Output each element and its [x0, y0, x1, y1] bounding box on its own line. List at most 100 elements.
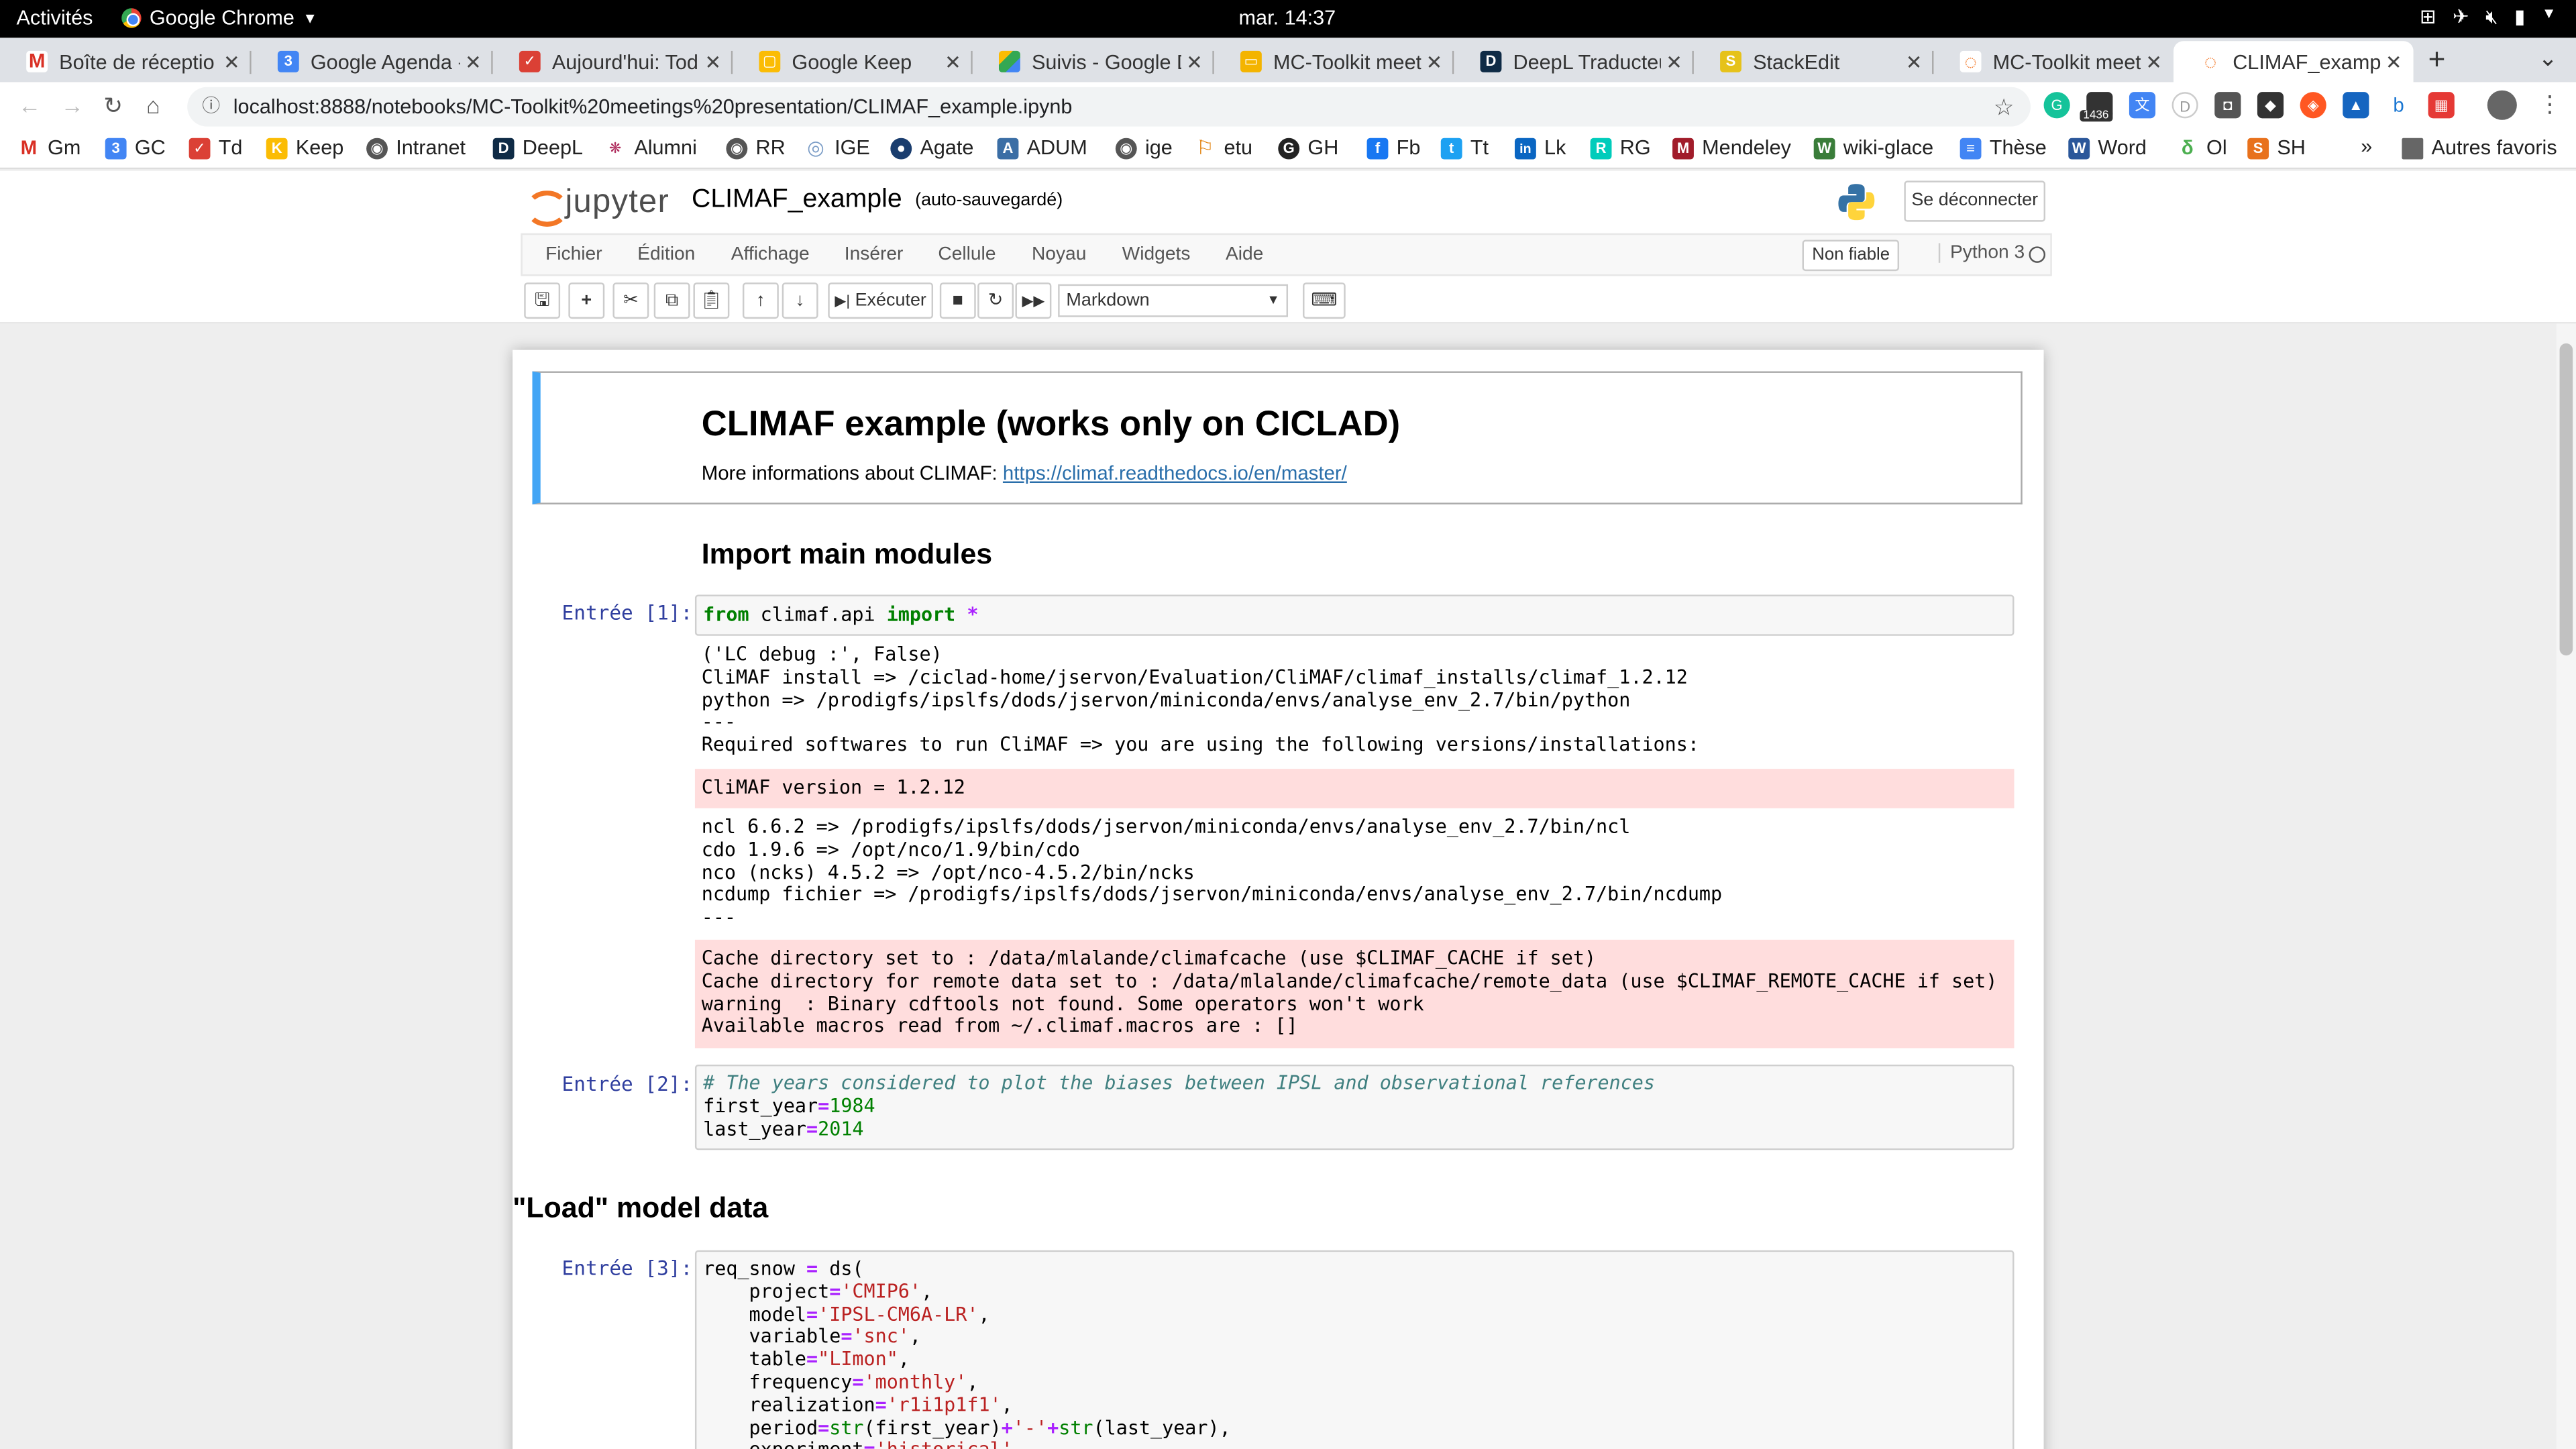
close-icon[interactable]: ✕: [460, 50, 486, 73]
clock[interactable]: mar. 14:37: [1239, 7, 1336, 30]
tag-icon[interactable]: ◆: [2257, 92, 2284, 119]
forward-button[interactable]: →: [61, 92, 84, 118]
restart-run-all-button[interactable]: ▶▶: [1015, 282, 1052, 319]
bookmark-item[interactable]: in Lk: [1514, 136, 1566, 160]
bookmark-item[interactable]: Wwiki-glace: [1813, 136, 1933, 160]
bookmark-item[interactable]: ◉ Intranet: [366, 136, 466, 160]
bookmark-item[interactable]: ◎ IGE: [805, 136, 870, 160]
copy-button[interactable]: ⧉: [653, 282, 690, 319]
command-palette-button[interactable]: ⌨: [1303, 282, 1346, 319]
new-tab-button[interactable]: +: [2428, 43, 2446, 77]
menu-help[interactable]: Aide: [1226, 245, 1263, 264]
insert-cell-button[interactable]: +: [568, 282, 605, 319]
tab-search-chevron-icon[interactable]: ⌄: [2538, 44, 2558, 72]
system-tray[interactable]: ⊞ ✈ 🔇︎ ▮ ▼: [2420, 5, 2557, 30]
bookmark-item[interactable]: S SH: [2247, 136, 2306, 160]
menu-edit[interactable]: Édition: [637, 245, 695, 264]
close-icon[interactable]: ✕: [1661, 50, 1687, 73]
move-down-button[interactable]: ↓: [782, 282, 818, 319]
activities-button[interactable]: Activités: [16, 7, 93, 30]
run-button[interactable]: ▶| Exécuter: [828, 282, 934, 319]
graduation-cap-icon[interactable]: ▲: [2343, 92, 2369, 119]
trust-badge[interactable]: Non fiable: [1802, 239, 1900, 272]
menu-widgets[interactable]: Widgets: [1122, 245, 1191, 264]
menu-insert[interactable]: Insérer: [845, 245, 904, 264]
extension-shield-icon[interactable]: ◘: [2214, 92, 2241, 119]
restart-button[interactable]: ↻: [977, 282, 1014, 319]
climaf-docs-link[interactable]: https://climaf.readthedocs.io/en/master/: [1003, 462, 1347, 484]
browser-tab[interactable]: M Boîte de réceptio ✕: [0, 41, 252, 82]
scrollbar-thumb[interactable]: [2559, 343, 2573, 656]
bookmark-item[interactable]: ◉ ige: [1115, 136, 1173, 160]
bookmark-item[interactable]: W Word: [2068, 136, 2147, 160]
close-icon[interactable]: ✕: [700, 50, 726, 73]
browser-tab[interactable]: D DeepL Traducteu ✕: [1454, 41, 1694, 82]
bookmark-item[interactable]: f Fb: [1366, 136, 1420, 160]
close-icon[interactable]: ✕: [2141, 50, 2167, 73]
code-cell-input[interactable]: # The years considered to plot the biase…: [694, 1064, 2015, 1150]
browser-tab-active[interactable]: ◌ CLIMAF_exampl ✕: [2174, 41, 2414, 83]
extension-d-icon[interactable]: D: [2171, 92, 2198, 119]
bookmark-item[interactable]: D DeepL: [492, 136, 583, 160]
bookmark-item[interactable]: G GH: [1278, 136, 1338, 160]
code-cell-input[interactable]: req_snow = ds( project='CMIP6', model='I…: [694, 1250, 2015, 1449]
back-button[interactable]: ←: [18, 92, 41, 118]
close-icon[interactable]: ✕: [2381, 50, 2407, 73]
browser-tab[interactable]: ✓ Aujourd'hui: Tod ✕: [493, 41, 733, 82]
app-menu[interactable]: Google Chrome ▼: [121, 7, 317, 30]
home-button[interactable]: ⌂: [146, 92, 160, 118]
cell-type-select[interactable]: Markdown ▼: [1058, 284, 1289, 317]
close-icon[interactable]: ✕: [1900, 50, 1927, 73]
translate-icon[interactable]: 文: [2129, 92, 2156, 119]
bookmark-star-icon[interactable]: ☆: [1994, 87, 2015, 127]
browser-tab[interactable]: ▢ Google Keep ✕: [733, 41, 973, 82]
bookmark-item[interactable]: R RG: [1590, 136, 1651, 160]
browser-tab[interactable]: ◌ MC-Toolkit meet ✕: [1933, 41, 2174, 82]
extension-red-icon[interactable]: ▦: [2428, 92, 2455, 119]
bookmark-item[interactable]: M Gm: [17, 136, 80, 160]
logout-button[interactable]: Se déconnecter: [1904, 180, 2046, 222]
bookmark-item[interactable]: t Tt: [1440, 136, 1489, 160]
bookmark-item[interactable]: ⚐ etu: [1194, 136, 1252, 160]
close-icon[interactable]: ✕: [1181, 50, 1208, 73]
bookmark-item[interactable]: δ Ol: [2176, 136, 2227, 160]
page-scrollbar[interactable]: [2556, 323, 2576, 1449]
profile-avatar[interactable]: [2487, 90, 2517, 120]
bookmark-item[interactable]: M Mendeley: [1672, 136, 1791, 160]
browser-tab[interactable]: Suivis - Google D ✕: [973, 41, 1214, 82]
reload-button[interactable]: ↻: [103, 92, 123, 120]
site-info-icon[interactable]: ⓘ: [202, 87, 220, 127]
bookmark-item[interactable]: ≡ Thèse: [1960, 136, 2047, 160]
bookmark-item[interactable]: A ADUM: [997, 136, 1087, 160]
address-bar[interactable]: ⓘ localhost:8888/notebooks/MC-Toolkit%20…: [187, 87, 2031, 127]
interrupt-button[interactable]: ■: [939, 282, 976, 319]
move-up-button[interactable]: ↑: [742, 282, 779, 319]
bookmark-item[interactable]: ❋ Alumni: [604, 136, 697, 160]
menu-file[interactable]: Fichier: [545, 245, 602, 264]
notebook-name[interactable]: CLIMAF_example: [692, 186, 902, 215]
chrome-menu-icon[interactable]: ⋮: [2538, 91, 2561, 119]
bookmark-item[interactable]: ● Agate: [890, 136, 973, 160]
close-icon[interactable]: ✕: [219, 50, 245, 73]
code-cell-input[interactable]: from climaf.api import *: [694, 594, 2015, 636]
extension-b-icon[interactable]: b: [2385, 92, 2412, 119]
jupyter-logo[interactable]: jupyter: [525, 184, 669, 226]
other-bookmarks-folder[interactable]: Autres favoris: [2402, 136, 2557, 160]
close-icon[interactable]: ✕: [940, 50, 966, 73]
grammarly-icon[interactable]: G: [2043, 92, 2070, 119]
browser-tab[interactable]: S StackEdit ✕: [1694, 41, 1934, 82]
extension-orange-icon[interactable]: ◈: [2300, 92, 2326, 119]
menu-view[interactable]: Affichage: [731, 245, 810, 264]
bookmark-item[interactable]: 3 GC: [105, 136, 166, 160]
close-icon[interactable]: ✕: [1421, 50, 1447, 73]
browser-tab[interactable]: ▭ MC-Toolkit meet ✕: [1214, 41, 1454, 82]
menu-cell[interactable]: Cellule: [938, 245, 996, 264]
bookmark-item[interactable]: ✓ Td: [189, 136, 242, 160]
save-button[interactable]: 🖫︎: [524, 282, 561, 319]
cut-button[interactable]: ✂: [612, 282, 649, 319]
bookmarks-overflow-button[interactable]: »: [2361, 135, 2372, 158]
paste-button[interactable]: 📋︎: [693, 282, 730, 319]
bookmark-item[interactable]: ◉ RR: [726, 136, 786, 160]
menu-kernel[interactable]: Noyau: [1032, 245, 1086, 264]
bookmark-item[interactable]: K Keep: [266, 136, 343, 160]
